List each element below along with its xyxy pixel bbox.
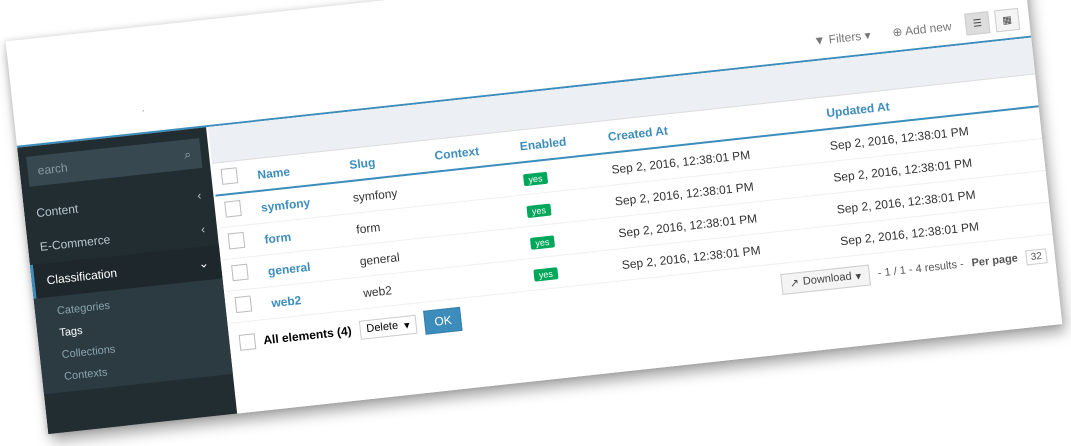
add-new-button[interactable]: ⊕ Add new xyxy=(883,14,960,44)
search-icon: ⌕ xyxy=(183,146,192,162)
enabled-badge: yes xyxy=(522,171,549,186)
chevron-left-icon: ‹ xyxy=(196,188,203,203)
select-all-checkbox[interactable] xyxy=(220,167,239,185)
enabled-badge: yes xyxy=(533,266,559,282)
classification-submenu: Categories Tags Collections Contexts xyxy=(33,278,233,395)
row-checkbox[interactable] xyxy=(224,200,242,218)
caret-down-icon: ▾ xyxy=(863,28,872,43)
enabled-badge: yes xyxy=(529,234,555,250)
filters-button[interactable]: ▼ Filters ▾ xyxy=(804,23,879,53)
batch-action-select[interactable]: Delete ▾ xyxy=(358,314,418,340)
filter-icon: ▼ xyxy=(812,32,827,49)
all-elements-label: All elements (4) xyxy=(262,323,353,348)
mosaic-view-button[interactable]: ▦ xyxy=(994,7,1021,33)
row-checkbox[interactable] xyxy=(234,295,253,314)
enabled-badge: yes xyxy=(526,203,552,218)
tag-name-link[interactable]: symfony xyxy=(260,195,311,214)
tag-name-link[interactable]: general xyxy=(267,259,311,278)
per-page-select[interactable]: 32 xyxy=(1024,247,1048,265)
batch-ok-button[interactable]: OK xyxy=(423,306,463,335)
plus-circle-icon: ⊕ xyxy=(891,24,904,40)
chevron-down-icon: ▾ xyxy=(403,318,411,332)
caret-down-icon: ▾ xyxy=(854,269,862,283)
row-checkbox[interactable] xyxy=(231,263,249,282)
pagination-info: - 1 / 1 - 4 results - xyxy=(877,258,965,280)
chevron-left-icon: ‹ xyxy=(200,222,206,237)
tag-name-link[interactable]: form xyxy=(264,229,292,246)
chevron-down-icon: ⌄ xyxy=(197,255,210,271)
sidebar: earch ⌕ Content ‹ E-Commerce ‹ Classific… xyxy=(17,127,238,435)
per-page-label: Per page xyxy=(970,252,1019,270)
tag-name-link[interactable]: web2 xyxy=(271,293,302,310)
list-icon: ☰ xyxy=(972,17,983,30)
list-view-button[interactable]: ☰ xyxy=(964,11,991,36)
admin-window: ´ ▼ Filters ▾ ⊕ Add new ☰ ▦ earch ⌕ Cont… xyxy=(5,0,1063,435)
all-elements-checkbox[interactable] xyxy=(238,333,257,351)
row-checkbox[interactable] xyxy=(227,231,246,250)
select-all-column xyxy=(212,159,252,196)
export-icon: ↗ xyxy=(789,276,800,290)
grid-icon: ▦ xyxy=(1001,14,1013,27)
search-input[interactable]: earch ⌕ xyxy=(26,138,203,187)
download-button[interactable]: ↗ Download ▾ xyxy=(779,263,872,295)
separator-mark: ´ xyxy=(141,108,146,120)
